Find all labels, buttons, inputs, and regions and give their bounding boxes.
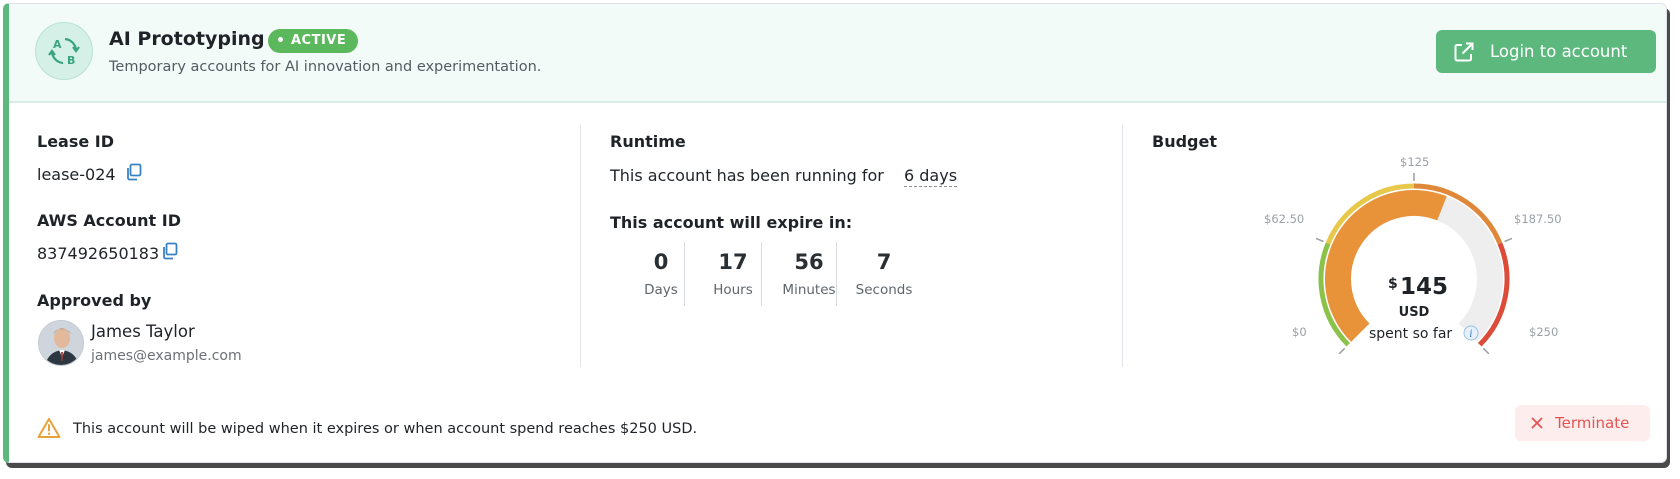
countdown-unit: Seconds xyxy=(855,282,913,298)
currency-symbol: $ xyxy=(1388,276,1398,292)
lease-id-value: lease-024 xyxy=(37,165,116,184)
wipe-warning-text: This account will be wiped when it expir… xyxy=(73,421,698,437)
countdown-minutes: 56 Minutes xyxy=(774,242,844,306)
countdown-days: 0 Days xyxy=(626,242,696,306)
status-badge-label: ACTIVE xyxy=(291,33,347,48)
countdown-separator xyxy=(836,242,837,306)
spent-caption: spent so far xyxy=(1369,326,1452,342)
avatar xyxy=(38,320,84,366)
login-button-label: Login to account xyxy=(1490,42,1628,61)
countdown-value: 0 xyxy=(653,250,669,274)
lease-card: A B AI Prototyping ACTIVE Temporary acco… xyxy=(3,3,1667,463)
ab-swap-icon: A B xyxy=(35,22,93,80)
budget-currency: USD xyxy=(1399,305,1430,320)
svg-text:i: i xyxy=(1469,329,1472,340)
running-text: This account has been running for xyxy=(610,166,884,185)
card-header: A B AI Prototyping ACTIVE Temporary acco… xyxy=(9,4,1666,103)
approver-email: james@example.com xyxy=(91,348,242,364)
gauge-tick-label: $125 xyxy=(1400,155,1429,169)
countdown-separator xyxy=(761,242,762,306)
countdown-unit: Minutes xyxy=(782,282,836,298)
countdown-value: 7 xyxy=(876,250,892,274)
runtime-label: Runtime xyxy=(610,132,686,151)
close-icon xyxy=(1531,417,1543,429)
page-subtitle: Temporary accounts for AI innovation and… xyxy=(109,59,542,75)
approver-name: James Taylor xyxy=(91,322,195,341)
countdown-value: 56 xyxy=(794,250,824,274)
status-dot xyxy=(278,37,283,42)
login-to-account-button[interactable]: Login to account xyxy=(1436,30,1656,73)
countdown-unit: Hours xyxy=(713,282,753,298)
info-icon[interactable]: i xyxy=(1463,325,1479,341)
svg-text:B: B xyxy=(67,54,75,67)
gauge-tick xyxy=(1315,237,1324,243)
svg-text:A: A xyxy=(53,38,62,51)
budget-gauge: $0 $62.50 $125 $187.50 $250 $ 145 USD sp… xyxy=(1264,155,1562,354)
gauge-tick xyxy=(1504,237,1513,243)
terminate-button-label: Terminate xyxy=(1555,414,1630,432)
copy-icon[interactable] xyxy=(162,242,178,260)
gauge-tick-label: $0 xyxy=(1292,325,1307,339)
countdown-unit: Days xyxy=(644,282,678,298)
status-badge: ACTIVE xyxy=(268,29,359,53)
gauge-tick-label: $62.50 xyxy=(1264,212,1304,226)
countdown-value: 17 xyxy=(718,250,748,274)
copy-icon[interactable] xyxy=(126,163,142,181)
expire-label: This account will expire in: xyxy=(610,213,853,232)
warning-triangle-icon xyxy=(37,418,61,438)
aws-account-id-value: 837492650183 xyxy=(37,244,160,263)
column-divider xyxy=(580,125,581,367)
budget-label: Budget xyxy=(1152,132,1217,151)
gauge-tick-label: $250 xyxy=(1529,325,1558,339)
budget-spent-amount: 145 xyxy=(1400,274,1448,300)
gauge-tick xyxy=(1338,347,1346,354)
terminate-button[interactable]: Terminate xyxy=(1515,405,1650,441)
running-duration[interactable]: 6 days xyxy=(904,166,958,187)
approved-by-label: Approved by xyxy=(37,291,152,310)
countdown-hours: 17 Hours xyxy=(698,242,768,306)
external-link-icon xyxy=(1454,42,1474,62)
gauge-tick xyxy=(1482,347,1490,354)
countdown-seconds: 7 Seconds xyxy=(849,242,919,306)
countdown-separator xyxy=(684,242,685,306)
aws-account-id-label: AWS Account ID xyxy=(37,211,181,230)
gauge-tick-label: $187.50 xyxy=(1514,212,1562,226)
page-title: AI Prototyping xyxy=(109,28,265,50)
column-divider xyxy=(1122,125,1123,367)
lease-id-label: Lease ID xyxy=(37,132,115,151)
